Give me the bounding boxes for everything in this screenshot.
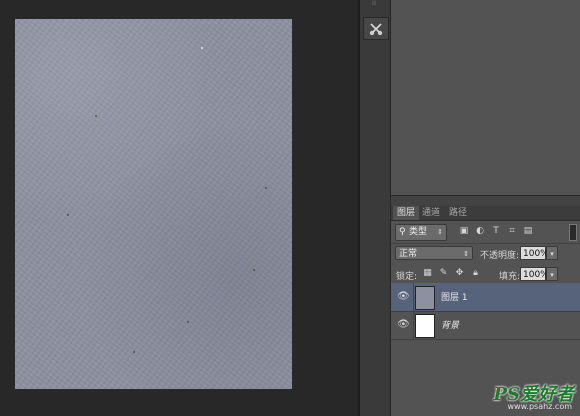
chevron-updown-icon: ⇕ bbox=[463, 250, 469, 258]
lock-position-icon[interactable]: ✥ bbox=[454, 268, 465, 279]
layer-name[interactable]: 图层 1 bbox=[441, 290, 468, 303]
lock-all-icon[interactable]: 🔒︎ bbox=[470, 268, 481, 279]
tools-icon[interactable] bbox=[363, 17, 389, 40]
fill-label: 填充: bbox=[499, 272, 521, 282]
layer-name[interactable]: 背景 bbox=[441, 318, 459, 331]
texture-speck bbox=[67, 214, 69, 216]
tab-layers[interactable]: 图层 bbox=[393, 206, 420, 220]
texture-speck bbox=[201, 47, 203, 49]
blend-mode-value: 正常 bbox=[399, 249, 418, 259]
layer-filter-row: ⚲ 类型 ⇕ ▣ ◐ T ⌗ ▤ bbox=[391, 221, 580, 244]
filter-toggle-switch[interactable] bbox=[569, 224, 577, 241]
texture-speck bbox=[253, 269, 255, 271]
lock-row: 锁定: ▦ ✎ ✥ 🔒︎ 填充: 100% ▾ bbox=[391, 264, 580, 285]
eye-icon[interactable]: 👁︎ bbox=[397, 319, 410, 331]
lock-paint-icon[interactable]: ✎ bbox=[438, 268, 449, 279]
blend-mode-select[interactable]: 正常 ⇕ bbox=[395, 246, 473, 260]
eye-icon[interactable]: 👁︎ bbox=[397, 291, 410, 303]
opacity-dropdown-button[interactable]: ▾ bbox=[546, 246, 558, 260]
search-icon: ⚲ bbox=[399, 227, 406, 237]
lock-label: 锁定: bbox=[396, 272, 418, 282]
image-filter-icon[interactable]: ▣ bbox=[458, 225, 470, 237]
panel-header-strip bbox=[391, 195, 580, 206]
layer-divider bbox=[413, 283, 414, 311]
document-canvas[interactable] bbox=[15, 19, 292, 389]
collapsed-tool-dock bbox=[360, 0, 390, 416]
layers-panel-tabs: 图层 通道 路径 bbox=[391, 206, 580, 221]
blend-row: 正常 ⇕ 不透明度: 100% ▾ bbox=[391, 243, 580, 264]
tab-channels[interactable]: 通道 bbox=[418, 206, 444, 220]
texture-speck bbox=[95, 115, 97, 117]
adjustment-filter-icon[interactable]: ◐ bbox=[474, 225, 486, 237]
texture-speck bbox=[133, 351, 135, 353]
shape-filter-icon[interactable]: ⌗ bbox=[506, 225, 518, 237]
smart-object-filter-icon[interactable]: ▤ bbox=[522, 225, 534, 237]
texture-speck bbox=[187, 321, 189, 323]
filter-kind-select[interactable]: ⚲ 类型 ⇕ bbox=[395, 224, 447, 241]
tab-paths[interactable]: 路径 bbox=[445, 206, 471, 220]
texture-speck bbox=[265, 187, 267, 189]
chevron-updown-icon: ⇕ bbox=[437, 228, 443, 236]
fill-dropdown-button[interactable]: ▾ bbox=[546, 267, 558, 281]
fill-input[interactable]: 100% bbox=[520, 267, 549, 281]
layer-row-layer1[interactable]: 👁︎ 图层 1 bbox=[391, 283, 580, 312]
lock-transparent-icon[interactable]: ▦ bbox=[422, 268, 433, 279]
site-watermark: PS爱好者 www.psahz.com bbox=[470, 380, 580, 416]
layer-thumbnail bbox=[415, 286, 435, 310]
opacity-input[interactable]: 100% bbox=[520, 246, 549, 260]
tools-icon-glyph bbox=[369, 22, 383, 35]
watermark-url: www.psahz.com bbox=[507, 402, 572, 411]
filter-kind-label: 类型 bbox=[409, 227, 428, 237]
layer-row-background[interactable]: 👁︎ 背景 bbox=[391, 311, 580, 340]
dock-grip[interactable]: ii bbox=[372, 0, 378, 7]
document-canvas-area[interactable] bbox=[0, 0, 358, 416]
type-filter-icon[interactable]: T bbox=[490, 225, 502, 237]
opacity-label: 不透明度: bbox=[480, 251, 520, 261]
layer-thumbnail bbox=[415, 314, 435, 338]
layer-divider bbox=[413, 311, 414, 339]
